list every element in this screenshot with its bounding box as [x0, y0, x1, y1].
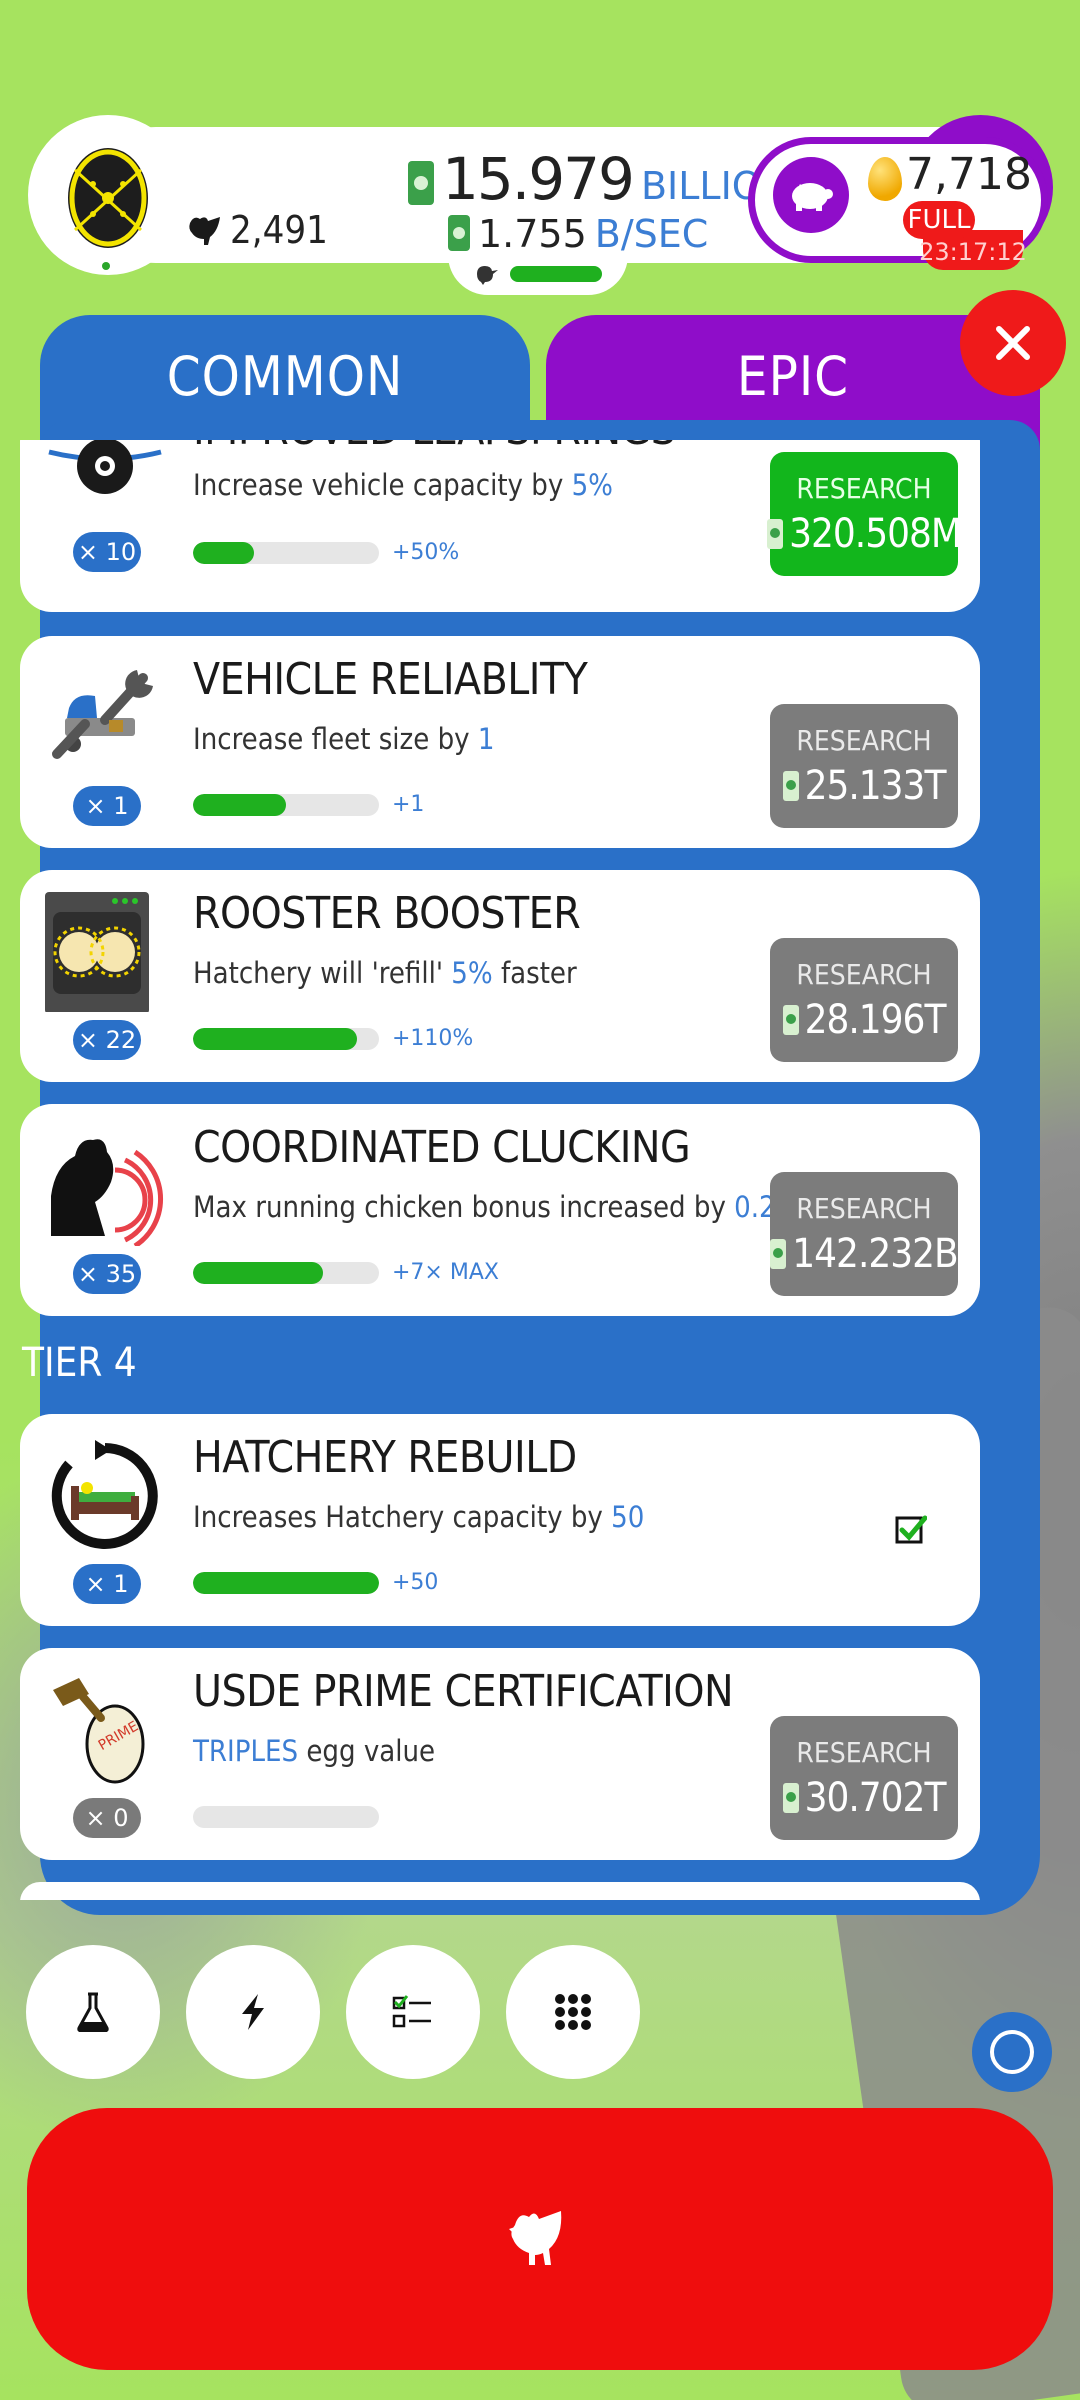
cash-icon	[408, 161, 434, 205]
cash-icon	[782, 770, 799, 801]
research-card: PRIME USDE PRIME CERTIFICATION TRIPLES e…	[20, 1648, 980, 1860]
research-card: VEHICLE RELIABLITY Increase fleet size b…	[20, 636, 980, 848]
research-title: COORDINATED CLUCKING	[193, 1122, 691, 1173]
completed-check-icon	[895, 1515, 927, 1544]
research-progress-label: +110%	[392, 1026, 474, 1051]
tab-common-label: COMMON	[166, 345, 404, 408]
research-description: Increase vehicle capacity by 5%	[193, 468, 613, 502]
cash-icon	[782, 1004, 799, 1035]
research-description: Hatchery will 'refill' 5% faster	[193, 956, 577, 990]
money-value: 15.979	[442, 145, 635, 213]
research-progress-label: +7× MAX	[392, 1260, 499, 1285]
research-description: TRIPLES egg value	[193, 1734, 436, 1768]
leafspring-icon	[48, 440, 162, 494]
research-cost: 320.508M	[789, 510, 962, 557]
research-button[interactable]: RESEARCH 25.133T	[770, 704, 958, 828]
cash-icon	[767, 518, 784, 549]
top-hud: 2,491 15.979 BILLION 1.755 B/SEC 7,718 2…	[28, 115, 1053, 295]
research-level-badge: × 22	[73, 1020, 141, 1060]
current-egg-button[interactable]	[28, 115, 188, 275]
wrench-icon	[52, 670, 153, 759]
research-nav-button[interactable]	[26, 1945, 160, 2079]
hab-capacity	[448, 253, 628, 295]
research-progress-label: +50%	[392, 540, 460, 565]
chicken-count-value: 2,491	[230, 208, 328, 252]
research-progress-bar	[193, 1262, 379, 1284]
lightning-icon	[242, 1994, 264, 2030]
research-cost: 25.133T	[804, 762, 947, 809]
golden-egg-count: 7,718	[906, 149, 1032, 200]
golden-egg-icon	[68, 148, 148, 248]
research-description: Increase fleet size by 1	[193, 722, 495, 756]
close-icon	[996, 326, 1030, 360]
research-level-badge: × 35	[73, 1254, 141, 1294]
research-level-badge: × 0	[73, 1798, 141, 1838]
cash-icon	[782, 1782, 799, 1813]
checklist-icon	[392, 1995, 431, 2028]
ring-icon	[990, 2030, 1034, 2074]
piggy-bank-button[interactable]	[773, 157, 849, 233]
research-progress-bar	[193, 1806, 379, 1828]
piggy-bank-icon	[792, 183, 833, 211]
golden-egg-icon	[868, 157, 902, 201]
income-rate: 1.755 B/SEC	[448, 211, 708, 256]
grid-icon	[555, 1994, 591, 2030]
research-button[interactable]: RESEARCH 142.232B	[770, 1172, 959, 1296]
status-dot	[102, 262, 110, 270]
camera-toggle-button[interactable]	[972, 2012, 1052, 2092]
research-button[interactable]: RESEARCH 320.508M	[767, 452, 962, 576]
boosts-nav-button[interactable]	[186, 1945, 320, 2079]
tab-epic-label: EPIC	[736, 345, 850, 408]
cash-icon	[448, 215, 470, 251]
research-title: VEHICLE RELIABLITY	[193, 654, 588, 705]
rate-unit: B/SEC	[594, 212, 709, 256]
research-cost: 28.196T	[804, 996, 947, 1043]
research-level-badge: × 1	[73, 786, 141, 826]
chick-icon	[477, 266, 498, 285]
research-scroll-list[interactable]: IMPROVED LEAFSPRINGS Increase vehicle ca…	[20, 440, 980, 1900]
missions-nav-button[interactable]	[346, 1945, 480, 2079]
menu-nav-button[interactable]	[506, 1945, 640, 2079]
incubator-icon	[45, 892, 149, 1012]
research-progress-bar	[193, 1028, 379, 1050]
rate-value: 1.755	[478, 212, 587, 256]
research-cost: 142.232B	[792, 1230, 958, 1277]
research-level-badge: × 10	[73, 532, 141, 572]
research-level-badge: × 1	[73, 1564, 141, 1604]
chicken-icon	[189, 217, 220, 245]
research-progress-bar	[193, 542, 379, 564]
rooster-icon	[51, 1139, 164, 1246]
research-progress-label: +50	[392, 1570, 439, 1595]
research-progress-bar	[193, 1572, 379, 1594]
research-title: IMPROVED LEAFSPRINGS	[193, 440, 676, 455]
research-progress-bar	[193, 794, 379, 816]
chicken-count: 2,491	[186, 208, 328, 252]
prime-egg-icon: PRIME	[53, 1678, 145, 1784]
cash-icon	[770, 1238, 787, 1269]
research-description: Increases Hatchery capacity by 50	[193, 1500, 645, 1534]
research-title: ROOSTER BOOSTER	[193, 888, 581, 939]
research-progress-label: +1	[392, 792, 425, 817]
hatchery-rebuild-icon	[51, 1440, 158, 1549]
research-card: COORDINATED CLUCKING Max running chicken…	[20, 1104, 980, 1316]
research-button[interactable]: RESEARCH 28.196T	[770, 938, 958, 1062]
chicken-icon	[509, 2211, 562, 2265]
research-cost: 30.702T	[804, 1774, 947, 1821]
hab-capacity-bar	[510, 266, 602, 282]
bank-balance: 15.979 BILLION	[408, 145, 790, 213]
flask-icon	[77, 1992, 109, 2032]
research-button[interactable]: RESEARCH 30.702T	[770, 1716, 958, 1840]
silo-full-badge: FULL	[903, 201, 975, 239]
research-card	[20, 1882, 980, 1900]
tier-heading: TIER 4	[22, 1340, 137, 1386]
research-card: IMPROVED LEAFSPRINGS Increase vehicle ca…	[20, 440, 980, 612]
research-title: HATCHERY REBUILD	[193, 1432, 577, 1483]
close-button[interactable]	[960, 290, 1066, 396]
research-card: HATCHERY REBUILD Increases Hatchery capa…	[20, 1414, 980, 1626]
hatch-chicken-button[interactable]	[27, 2108, 1053, 2370]
research-title: USDE PRIME CERTIFICATION	[193, 1666, 734, 1717]
research-card: ROOSTER BOOSTER Hatchery will 'refill' 5…	[20, 870, 980, 1082]
research-description: Max running chicken bonus increased by 0…	[193, 1190, 798, 1224]
